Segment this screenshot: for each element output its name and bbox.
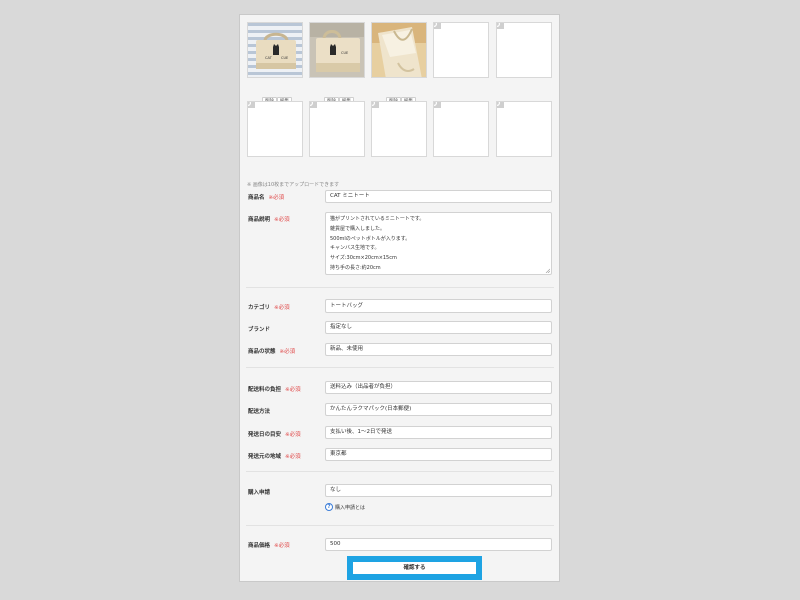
help-link-text: 購入申請とは: [335, 504, 366, 511]
camera-icon: [497, 102, 504, 108]
camera-icon: [434, 102, 441, 108]
item-description-textarea[interactable]: 猫がプリントされているミニトートです。 雑貨屋で購入しました。 500mlのペッ…: [325, 212, 552, 275]
photo-print-text: CAT: [265, 56, 273, 60]
ship-days-label: 発送日の目安 ※必須: [248, 432, 301, 438]
photo-print-text: CUE: [341, 51, 348, 55]
section-divider: [246, 287, 554, 288]
photo-upload-slot-6[interactable]: [247, 101, 303, 157]
section-divider: [246, 525, 554, 526]
name-label: 商品名 ※必須: [248, 195, 285, 201]
purchase-request-select[interactable]: なし: [325, 484, 552, 497]
description-line: 持ち手の長さ:約20cm: [330, 264, 381, 271]
photo-thumbnail-2[interactable]: CUE: [309, 22, 365, 78]
required-badge: ※必須: [274, 305, 290, 311]
purchase-request-help-link[interactable]: ? 購入申請とは: [325, 503, 365, 511]
photo-upload-slot-4[interactable]: [433, 22, 489, 78]
required-badge: ※必須: [274, 217, 290, 223]
required-badge: ※必須: [285, 432, 301, 438]
tote-photo-1: CAT CUE: [248, 23, 302, 77]
camera-icon: [248, 102, 255, 108]
ship-from-label: 発送元の地域 ※必須: [248, 454, 301, 460]
photo-upload-slot-10[interactable]: [496, 101, 552, 157]
shipping-method-select[interactable]: かんたんラクマパック(日本郵便): [325, 403, 552, 416]
required-badge: ※必須: [285, 387, 301, 393]
required-badge: ※必須: [285, 454, 301, 460]
camera-icon: [310, 102, 317, 108]
category-select[interactable]: トートバッグ: [325, 299, 552, 313]
brand-select[interactable]: 指定なし: [325, 321, 552, 334]
photo-upload-slot-7[interactable]: [309, 101, 365, 157]
condition-select[interactable]: 新品、未使用: [325, 343, 552, 356]
photo-upload-slot-8[interactable]: [371, 101, 427, 157]
category-label: カテゴリ ※必須: [248, 305, 290, 311]
required-badge: ※必須: [279, 349, 296, 355]
submit-button-highlight: 確認する: [347, 556, 482, 580]
tote-photo-3: [372, 23, 426, 77]
description-line: 猫がプリントされているミニトートです。: [330, 216, 425, 222]
description-line: サイズ:30cm×20cm×15cm: [330, 255, 397, 262]
ship-days-select[interactable]: 支払い後、1〜2日で発送: [325, 426, 552, 439]
resize-grip-icon[interactable]: [545, 268, 550, 273]
photo-print-text: CUE: [281, 56, 288, 60]
required-badge: ※必須: [268, 195, 285, 201]
question-icon: ?: [325, 503, 333, 511]
section-divider: [246, 367, 554, 368]
description-label: 商品説明 ※必須: [248, 217, 290, 223]
photo-thumbnail-1[interactable]: CAT CUE: [247, 22, 303, 78]
tote-photo-2: CUE: [310, 23, 364, 77]
camera-icon: [372, 102, 379, 108]
required-badge: ※必須: [274, 543, 290, 549]
camera-icon: [434, 23, 441, 29]
description-line: 雑貨屋で購入しました。: [330, 225, 386, 232]
description-line: 500mlのペットボトルが入ります。: [330, 235, 411, 242]
price-label: 商品価格 ※必須: [248, 543, 290, 549]
description-line: キャンバス生地です。: [330, 245, 380, 252]
shipping-fee-select[interactable]: 送料込み（出品者が負担）: [325, 381, 552, 394]
ship-from-select[interactable]: 東京都: [325, 448, 552, 461]
photo-upload-slot-5[interactable]: [496, 22, 552, 78]
confirm-button[interactable]: 確認する: [353, 562, 476, 574]
brand-label: ブランド: [248, 327, 271, 333]
photo-upload-slot-9[interactable]: [433, 101, 489, 157]
shipping-method-label: 配送方法: [248, 409, 271, 415]
section-divider: [246, 471, 554, 472]
price-input[interactable]: 500: [325, 538, 552, 551]
shipping-fee-label: 配送料の負担 ※必須: [248, 387, 301, 393]
purchase-request-label: 購入申請: [248, 490, 271, 496]
listing-form-panel: CAT CUE CUE ※ 画像は10枚までアップロードできます 商品名 ※必須…: [239, 14, 560, 582]
item-name-input[interactable]: CAT ミニトート: [325, 190, 552, 203]
photo-thumbnail-3[interactable]: [371, 22, 427, 78]
camera-icon: [497, 23, 504, 29]
condition-label: 商品の状態 ※必須: [248, 349, 296, 355]
photo-limit-note: ※ 画像は10枚までアップロードできます: [247, 182, 340, 188]
